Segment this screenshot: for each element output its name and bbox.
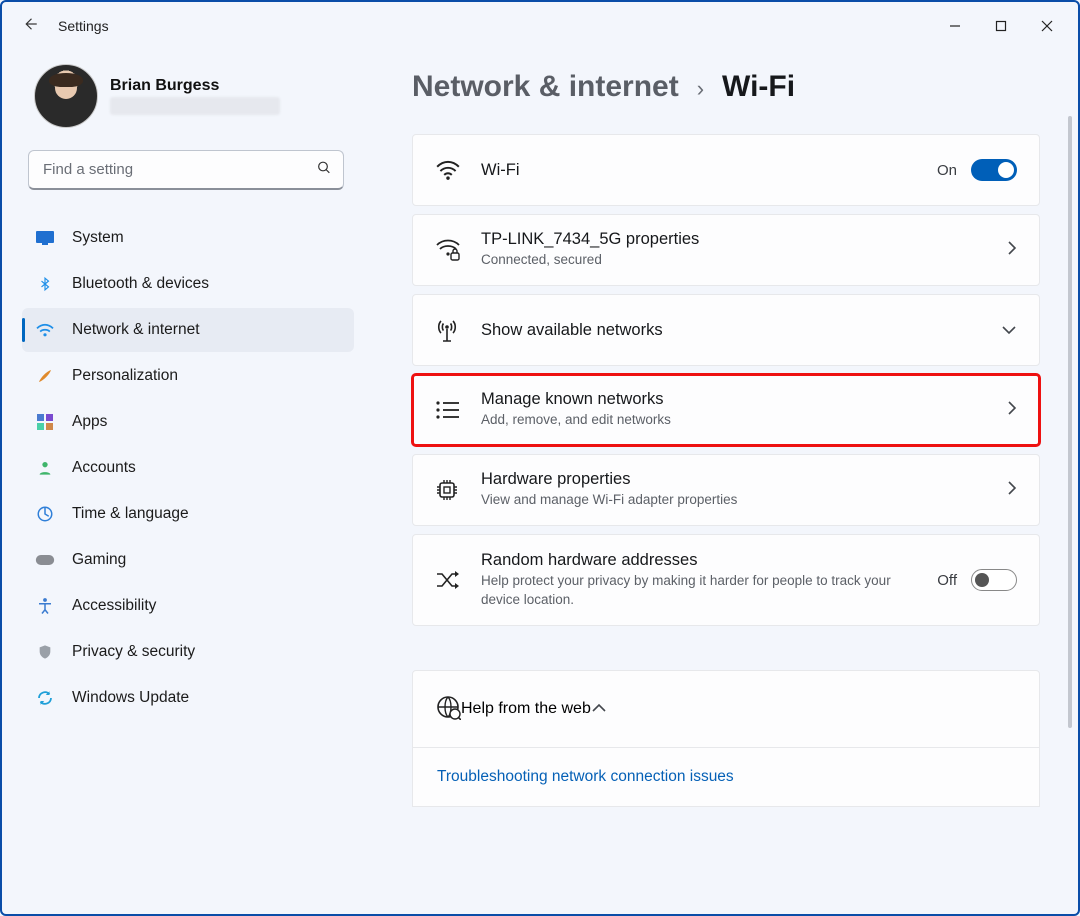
chip-icon <box>435 478 481 502</box>
sidebar-item-accounts[interactable]: Accounts <box>22 446 354 490</box>
sidebar-item-network[interactable]: Network & internet <box>22 308 354 352</box>
update-icon <box>34 689 56 707</box>
chevron-right-icon: › <box>697 76 704 102</box>
card-title: Manage known networks <box>481 390 1007 409</box>
card-subtitle: Help protect your privacy by making it h… <box>481 572 901 608</box>
sidebar-item-label: Accessibility <box>72 597 156 615</box>
titlebar: Settings <box>2 2 1078 50</box>
shield-icon <box>34 643 56 661</box>
card-subtitle: View and manage Wi-Fi adapter properties <box>481 491 901 509</box>
account-block[interactable]: Brian Burgess <box>22 64 354 128</box>
breadcrumb: Network & internet › Wi-Fi <box>412 70 1070 104</box>
settings-card-list: Wi-Fi On TP-LINK_7434_5G properties Conn… <box>412 134 1070 807</box>
random-hw-toggle[interactable] <box>971 569 1017 591</box>
window-close-button[interactable] <box>1024 10 1070 42</box>
sidebar-item-label: Gaming <box>72 551 126 569</box>
bluetooth-icon <box>34 275 56 293</box>
accessibility-icon <box>34 597 56 615</box>
wifi-icon <box>34 322 56 338</box>
sidebar-item-personalization[interactable]: Personalization <box>22 354 354 398</box>
sidebar-item-privacy[interactable]: Privacy & security <box>22 630 354 674</box>
wifi-secured-icon <box>435 238 481 262</box>
antenna-icon <box>435 317 481 343</box>
person-icon <box>34 459 56 477</box>
window-minimize-button[interactable] <box>932 10 978 42</box>
nav-list: System Bluetooth & devices Network & int… <box>22 216 354 720</box>
card-hardware-properties[interactable]: Hardware properties View and manage Wi-F… <box>412 454 1040 526</box>
window-maximize-button[interactable] <box>978 10 1024 42</box>
sidebar-item-label: Bluetooth & devices <box>72 275 209 293</box>
grid-icon <box>34 414 56 430</box>
sidebar-item-label: Windows Update <box>72 689 189 707</box>
toggle-state-label: On <box>937 162 957 179</box>
card-title: Wi-Fi <box>481 161 937 180</box>
search-icon <box>316 160 332 181</box>
main-pane: Network & internet › Wi-Fi Wi-Fi On <box>362 50 1078 914</box>
card-network-properties[interactable]: TP-LINK_7434_5G properties Connected, se… <box>412 214 1040 286</box>
search-container <box>28 150 344 190</box>
card-available-networks[interactable]: Show available networks <box>412 294 1040 366</box>
app-title: Settings <box>58 18 109 34</box>
sidebar-item-accessibility[interactable]: Accessibility <box>22 584 354 628</box>
sidebar-item-system[interactable]: System <box>22 216 354 260</box>
wifi-toggle[interactable] <box>971 159 1017 181</box>
list-icon <box>435 400 481 420</box>
sidebar: Brian Burgess System Bluetooth & devices… <box>2 50 362 914</box>
help-link-troubleshooting[interactable]: Troubleshooting network connection issue… <box>437 768 734 785</box>
search-input[interactable] <box>28 150 344 190</box>
mouse-cursor-icon <box>1077 496 1078 518</box>
sidebar-item-label: Accounts <box>72 459 136 477</box>
sidebar-item-update[interactable]: Windows Update <box>22 676 354 720</box>
card-title: TP-LINK_7434_5G properties <box>481 230 1007 249</box>
card-wifi-toggle[interactable]: Wi-Fi On <box>412 134 1040 206</box>
back-button[interactable] <box>10 15 50 38</box>
shuffle-icon <box>435 569 481 591</box>
sidebar-item-bluetooth[interactable]: Bluetooth & devices <box>22 262 354 306</box>
sidebar-item-label: Personalization <box>72 367 178 385</box>
sidebar-item-label: Network & internet <box>72 321 200 339</box>
card-subtitle: Add, remove, and edit networks <box>481 411 901 429</box>
sidebar-item-label: Privacy & security <box>72 643 195 661</box>
brush-icon <box>34 367 56 385</box>
sidebar-item-time-language[interactable]: Time & language <box>22 492 354 536</box>
chevron-down-icon <box>1001 322 1017 339</box>
card-title: Random hardware addresses <box>481 551 937 570</box>
sidebar-item-apps[interactable]: Apps <box>22 400 354 444</box>
chevron-right-icon <box>1007 400 1017 420</box>
clock-globe-icon <box>34 505 56 523</box>
sidebar-item-label: Apps <box>72 413 107 431</box>
avatar <box>34 64 98 128</box>
help-from-web-header[interactable]: Help from the web <box>412 670 1040 748</box>
chevron-right-icon <box>1007 480 1017 500</box>
wifi-icon <box>435 159 481 181</box>
breadcrumb-current: Wi-Fi <box>722 70 795 104</box>
card-title: Show available networks <box>481 321 1001 340</box>
scrollbar[interactable] <box>1066 116 1074 900</box>
help-link-row: Troubleshooting network connection issue… <box>412 748 1040 807</box>
chevron-right-icon <box>1007 240 1017 260</box>
monitor-icon <box>34 231 56 245</box>
scrollbar-thumb[interactable] <box>1068 116 1072 728</box>
card-manage-known-networks[interactable]: Manage known networks Add, remove, and e… <box>412 374 1040 446</box>
sidebar-item-label: System <box>72 229 124 247</box>
chevron-up-icon <box>591 700 607 717</box>
sidebar-item-gaming[interactable]: Gaming <box>22 538 354 582</box>
user-name: Brian Burgess <box>110 77 280 95</box>
breadcrumb-parent[interactable]: Network & internet <box>412 70 679 104</box>
card-random-hardware-addresses[interactable]: Random hardware addresses Help protect y… <box>412 534 1040 626</box>
toggle-state-label: Off <box>937 572 957 589</box>
sidebar-item-label: Time & language <box>72 505 189 523</box>
card-subtitle: Connected, secured <box>481 251 901 269</box>
globe-help-icon <box>435 694 461 725</box>
help-group: Help from the web Troubleshooting networ… <box>412 670 1040 807</box>
card-title: Hardware properties <box>481 470 1007 489</box>
card-title: Help from the web <box>461 700 591 718</box>
user-subline-redacted <box>110 97 280 115</box>
gamepad-icon <box>34 553 56 567</box>
